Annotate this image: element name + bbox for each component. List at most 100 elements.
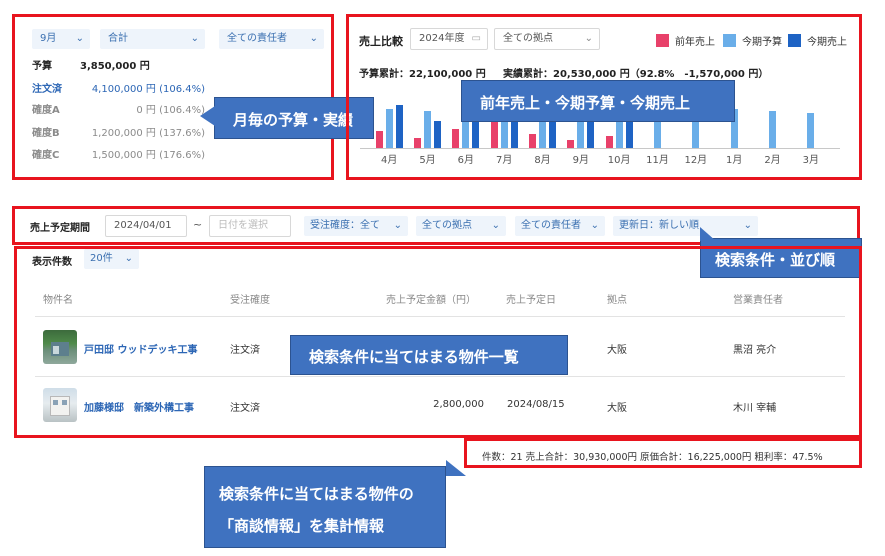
budget-label: 予算 [32,61,52,72]
chart-bar [424,111,431,148]
x-tick-label: 1月 [725,155,743,166]
filter-owner-value: 全ての責任者 [521,220,581,231]
callout-summary-line1: 検索条件に当てはまる物件の [219,485,414,503]
certainty-c-label: 確度C [32,150,60,161]
date-from-input[interactable]: 2024/04/01 [105,215,187,237]
base-select[interactable]: 全ての拠点 ⌄ [494,28,600,50]
filter-base-value: 全ての拠点 [422,220,472,231]
x-tick-label: 9月 [572,155,590,166]
legend-swatch [656,34,669,47]
property-name-link[interactable]: 加藤様邸 新築外構工事 [84,399,194,414]
chart-bar [625,120,633,148]
chart-bar [395,105,403,148]
chart-bar [807,113,815,148]
order-certainty-value: 受注確度：全て [310,220,380,231]
x-tick-label: 10月 [607,155,631,166]
owner-cell: 木川 宰輔 [733,403,777,414]
legend-label: 今期予算 [742,37,782,48]
page-size-value: 20件 [90,253,113,264]
header-divider [35,316,845,317]
order-certainty-select[interactable]: 受注確度：全て ⌄ [304,216,408,236]
callout-summary-tail [446,460,466,476]
legend-current-sales: 今期売上 [788,33,847,48]
callout-summary-line2: 「商談情報」を集計情報 [219,517,385,535]
year-select-value: 2024年度 [419,33,465,44]
certainty-a-label: 確度A [32,105,60,116]
period-label: 売上予定期間 [30,223,90,234]
chevron-down-icon: ⌄ [309,33,318,44]
page-size-select[interactable]: 20件 ⌄ [84,249,139,269]
col-header-certainty: 受注確度 [230,295,270,306]
certainty-a-value: 0 円 (106.4%) [136,105,205,116]
callout-search-tail [700,227,716,241]
chevron-down-icon: ⌄ [190,33,199,44]
legend-prev-sales: 前年売上 [656,33,715,48]
range-separator: ~ [193,218,203,231]
ordered-label: 注文済 [32,84,62,95]
chart-baseline [360,148,840,149]
chevron-down-icon: ⌄ [491,220,500,231]
certainty-c-value: 1,500,000 円 (176.6%) [91,150,205,161]
date-cell: 2024/08/15 [507,399,565,410]
property-name-link[interactable]: 戸田邸 ウッドデッキ工事 [84,341,197,356]
month-select[interactable]: 9月 ⌄ [32,29,90,49]
chart-bar [529,134,536,148]
x-tick-label: 7月 [495,155,513,166]
certainty-b-label: 確度B [32,128,60,139]
row-divider [35,376,845,377]
certainty-cell: 注文済 [230,403,260,414]
chart-bar [769,111,776,148]
chart-bar [385,109,393,148]
legend-label: 前年売上 [675,37,715,48]
callout-budget-text: 月毎の予算・実績 [233,111,354,129]
callout-chart: 前年売上・今期予算・今期売上 [461,80,735,122]
sort-value: 更新日：新しい順 [619,220,699,231]
chart-bar [434,120,441,148]
budget-total: 予算累計：22,100,000 円 [359,69,486,80]
owner-cell: 黒沼 亮介 [733,345,777,356]
certainty-b-value: 1,200,000 円 (137.6%) [91,128,205,139]
summary-text: 件数：21 売上合計：30,930,000円 原価合計：16,225,000円 … [482,452,823,463]
property-thumbnail [43,330,77,364]
ordered-value: 4,100,000 円 (106.4%) [91,84,205,95]
type-select[interactable]: 合計 ⌄ [100,29,205,49]
chevron-down-icon: ⌄ [590,220,599,231]
date-from-value: 2024/04/01 [114,220,172,231]
x-tick-label: 5月 [419,155,436,166]
budget-value: 3,850,000 円 [80,61,150,72]
year-select[interactable]: 2024年度 ▭ [410,28,488,50]
col-header-base: 拠点 [607,295,627,306]
actual-total: 実績累計：20,530,000 円（92.8% -1,570,000 円） [503,69,769,80]
date-to-input[interactable]: 日付を選択 [209,215,291,237]
chevron-down-icon: ⌄ [584,33,593,44]
month-select-value: 9月 [40,33,57,44]
page-size-label: 表示件数 [32,257,72,268]
sort-select[interactable]: 更新日：新しい順 ⌄ [613,216,758,236]
amount-cell: 2,800,000 [433,399,484,410]
chart-bar [375,130,383,148]
base-select-value: 全ての拠点 [503,33,553,44]
filter-owner-select[interactable]: 全ての責任者 ⌄ [515,216,605,236]
x-tick-label: 4月 [380,155,398,166]
callout-budget-tail [200,106,215,126]
x-tick-label: 6月 [457,155,475,166]
chevron-down-icon: ⌄ [393,220,402,231]
x-tick-label: 2月 [764,155,781,166]
col-header-name: 物件名 [43,295,73,306]
x-tick-label: 11月 [646,155,669,166]
chart-bar [567,140,575,148]
legend-swatch [788,34,801,47]
legend-swatch [723,34,736,47]
type-select-value: 合計 [108,33,128,44]
chart-bar [452,128,460,148]
callout-list: 検索条件に当てはまる物件一覧 [290,335,568,375]
owner-select[interactable]: 全ての責任者 ⌄ [219,29,324,49]
callout-list-text: 検索条件に当てはまる物件一覧 [309,348,519,366]
base-cell: 大阪 [607,345,627,356]
chevron-down-icon: ⌄ [124,253,133,264]
chevron-down-icon: ⌄ [743,220,752,231]
filter-base-select[interactable]: 全ての拠点 ⌄ [416,216,506,236]
base-cell: 大阪 [607,403,627,414]
chart-bar [605,136,613,148]
legend-budget: 今期予算 [723,33,782,48]
